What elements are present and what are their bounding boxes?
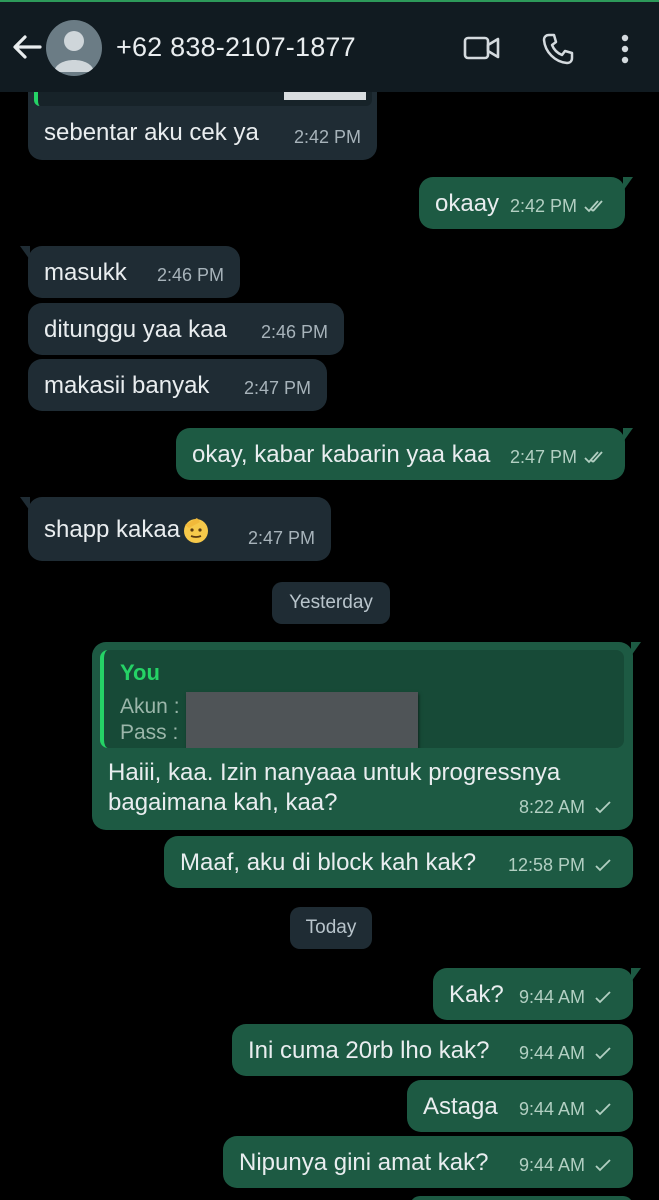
message-time: 9:44 AM	[519, 982, 617, 1012]
message-text: okay, kabar kabarin yaa kaa	[192, 441, 491, 468]
message-time: 2:47 PM	[243, 378, 311, 398]
message-outgoing[interactable]: okay, kabar kabarin yaa kaa 2:47 PM	[176, 428, 633, 480]
double-check-icon	[584, 451, 603, 464]
message-time: 12:58 PM	[508, 850, 617, 880]
single-check-icon	[595, 991, 611, 1004]
voice-call-icon[interactable]	[541, 32, 575, 66]
date-divider-today: Today	[290, 907, 372, 949]
message-text: Haiii, kaa. Izin nanyaaa untuk progressn…	[108, 759, 561, 786]
message-incoming[interactable]: ditunggu yaa kaa 2:46 PM	[28, 303, 344, 355]
message-outgoing[interactable]: Nipunya gini amat kak? 9:44 AM	[223, 1136, 633, 1188]
back-arrow-icon[interactable]	[10, 30, 44, 64]
message-text: Astaga	[423, 1093, 498, 1120]
message-text: makasii banyak	[44, 372, 210, 399]
message-outgoing[interactable]: okaay 2:42 PM	[419, 177, 633, 229]
message-outgoing-partial[interactable]	[410, 1196, 633, 1200]
message-time: 2:46 PM	[260, 322, 328, 342]
message-outgoing[interactable]: Kak? 9:44 AM	[433, 968, 641, 1020]
message-text: bagaimana kah, kaa?	[108, 789, 338, 816]
message-incoming[interactable]: sebentar aku cek ya 2:42 PM	[28, 92, 377, 160]
message-text: Nipunya gini amat kak?	[239, 1149, 489, 1176]
reply-line: Pass :	[120, 721, 179, 744]
message-incoming[interactable]: makasii banyak 2:47 PM	[28, 359, 327, 411]
quoted-thumbnail	[284, 92, 366, 100]
message-time: 2:42 PM	[510, 191, 609, 221]
single-check-icon	[595, 1103, 611, 1116]
quoted-preview	[34, 92, 372, 106]
single-check-icon	[595, 859, 611, 872]
message-incoming[interactable]: shapp kakaa 2:47 PM	[20, 497, 331, 561]
message-time: 9:44 AM	[519, 1094, 617, 1124]
message-text: shapp kakaa	[44, 515, 211, 545]
message-incoming[interactable]: masukk 2:46 PM	[20, 246, 240, 298]
date-divider-yesterday: Yesterday	[272, 582, 390, 624]
single-check-icon	[595, 801, 611, 814]
message-outgoing[interactable]: Maaf, aku di block kah kak? 12:58 PM	[164, 836, 633, 888]
message-time: 2:46 PM	[156, 265, 224, 285]
single-check-icon	[595, 1047, 611, 1060]
reply-author: You	[120, 660, 160, 685]
message-text: sebentar aku cek ya	[44, 119, 259, 146]
chat-header: +62 838-2107-1877	[0, 0, 659, 92]
message-outgoing-with-reply[interactable]: You Akun : Pass : Haiii, kaa. Izin nanya…	[92, 642, 641, 830]
message-text: Maaf, aku di block kah kak?	[180, 849, 477, 876]
message-text: Ini cuma 20rb lho kak?	[248, 1037, 490, 1064]
message-text: masukk	[44, 259, 127, 286]
message-time: 2:42 PM	[293, 127, 361, 147]
single-check-icon	[595, 1159, 611, 1172]
double-check-icon	[584, 200, 603, 213]
message-outgoing[interactable]: Ini cuma 20rb lho kak? 9:44 AM	[232, 1024, 633, 1076]
message-outgoing[interactable]: Astaga 9:44 AM	[407, 1080, 633, 1132]
more-options-icon[interactable]	[618, 34, 632, 64]
redaction-box	[186, 692, 418, 748]
message-time: 2:47 PM	[510, 442, 609, 472]
reply-quote[interactable]: You Akun : Pass :	[100, 650, 624, 748]
avatar[interactable]	[46, 20, 102, 76]
message-text: Kak?	[449, 981, 504, 1008]
message-time: 8:22 AM	[519, 792, 617, 822]
message-time: 2:47 PM	[247, 528, 315, 548]
message-time: 9:44 AM	[519, 1150, 617, 1180]
chat-area[interactable]: sebentar aku cek ya 2:42 PM okaay 2:42 P…	[0, 92, 659, 1200]
message-text: okaay	[435, 190, 500, 217]
video-call-icon[interactable]	[463, 33, 501, 63]
saluting-face-emoji	[184, 518, 209, 543]
message-time: 9:44 AM	[519, 1038, 617, 1068]
avatar-icon	[54, 31, 94, 72]
message-text: ditunggu yaa kaa	[44, 316, 227, 343]
contact-name[interactable]: +62 838-2107-1877	[116, 32, 356, 63]
